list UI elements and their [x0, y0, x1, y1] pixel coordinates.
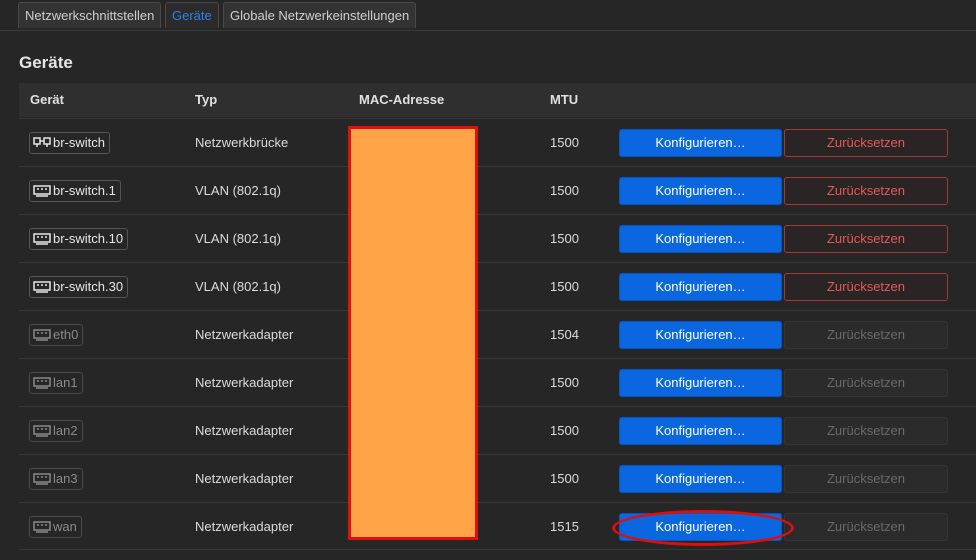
device-badge: lan3 — [29, 468, 83, 490]
table-row: br-switch.30 VLAN (802.1q) 1500 Konfigurier… — [19, 262, 976, 310]
device-badge: lan2 — [29, 420, 83, 442]
ethernet-port-icon — [33, 472, 51, 486]
tab-geraete[interactable]: Geräte — [165, 2, 219, 28]
device-name: br-switch.10 — [53, 231, 124, 246]
device-badge: eth0 — [29, 324, 84, 346]
device-mtu: 1515 — [550, 519, 579, 534]
device-name: br-switch.1 — [53, 183, 116, 198]
configure-button[interactable]: Konfigurieren… — [619, 465, 782, 493]
device-type: Netzwerkadapter — [195, 471, 294, 486]
device-name: lan2 — [53, 423, 78, 438]
ethernet-port-icon — [33, 280, 51, 294]
reset-button[interactable]: Zurücksetzen — [784, 225, 948, 253]
mac-redaction-overlay — [348, 126, 478, 540]
device-type: Netzwerkbrücke — [195, 135, 289, 150]
reset-button[interactable]: Zurücksetzen — [784, 177, 948, 205]
device-name: br-switch — [53, 135, 106, 150]
device-mtu: 1500 — [550, 279, 579, 294]
table-bottom-divider — [19, 549, 976, 550]
reset-button[interactable]: Zurücksetzen — [784, 273, 948, 301]
ethernet-port-icon — [33, 232, 51, 246]
device-mtu: 1500 — [550, 183, 579, 198]
reset-button: Zurücksetzen — [784, 513, 948, 541]
device-mtu: 1500 — [550, 231, 579, 246]
table-header: Gerät Typ MAC-Adresse MTU — [19, 83, 976, 117]
ethernet-port-icon — [33, 520, 51, 534]
device-badge: wan — [29, 516, 82, 538]
device-type: Netzwerkadapter — [195, 423, 294, 438]
device-badge: br-switch.30 — [29, 276, 129, 298]
device-name: lan1 — [53, 375, 78, 390]
configure-button[interactable]: Konfigurieren… — [619, 225, 782, 253]
configure-button[interactable]: Konfigurieren… — [619, 273, 782, 301]
device-mtu: 1500 — [550, 423, 579, 438]
table-row: wan Netzwerkadapter 1515 Konfigurieren… Zurü… — [19, 502, 976, 550]
tab-netzwerkschnittstellen[interactable]: Netzwerkschnittstellen — [18, 2, 162, 28]
device-name: lan3 — [53, 471, 78, 486]
device-type: Netzwerkadapter — [195, 519, 294, 534]
table-row: br-switch.1 VLAN (802.1q) 1500 Konfiguriere… — [19, 166, 976, 214]
device-badge: br-switch.10 — [29, 228, 129, 250]
device-type: Netzwerkadapter — [195, 375, 294, 390]
reset-button: Zurücksetzen — [784, 465, 948, 493]
reset-button[interactable]: Zurücksetzen — [784, 129, 948, 157]
device-badge: br-switch.1 — [29, 180, 121, 202]
device-type: VLAN (802.1q) — [195, 279, 281, 294]
device-name: br-switch.30 — [53, 279, 124, 294]
reset-button: Zurücksetzen — [784, 369, 948, 397]
ethernet-port-icon — [33, 328, 51, 342]
table-row: eth0 Netzwerkadapter 1504 Konfigurieren… Zur… — [19, 310, 976, 358]
ethernet-port-icon — [33, 376, 51, 390]
header-mtu: MTU — [550, 92, 579, 107]
device-badge: br-switch — [29, 132, 111, 154]
section-title: Geräte — [19, 53, 73, 72]
device-name: wan — [53, 519, 77, 534]
reset-button: Zurücksetzen — [784, 417, 948, 445]
configure-button[interactable]: Konfigurieren… — [619, 129, 782, 157]
bridge-icon — [33, 136, 51, 150]
table-row: lan2 Netzwerkadapter 1500 Konfigurieren… Zur… — [19, 406, 976, 454]
tab-bar: Netzwerkschnittstellen Geräte Globale Ne… — [0, 0, 976, 31]
ethernet-port-icon — [33, 424, 51, 438]
tab-globale-netzwerkeinstellungen[interactable]: Globale Netzwerkeinstellungen — [223, 2, 417, 28]
device-type: Netzwerkadapter — [195, 327, 294, 342]
configure-button[interactable]: Konfigurieren… — [619, 417, 782, 445]
reset-button: Zurücksetzen — [784, 321, 948, 349]
device-type: VLAN (802.1q) — [195, 183, 281, 198]
header-mac: MAC-Adresse — [359, 92, 445, 107]
header-device: Gerät — [30, 92, 64, 107]
device-mtu: 1500 — [550, 135, 579, 150]
configure-button[interactable]: Konfigurieren… — [619, 369, 782, 397]
device-badge: lan1 — [29, 372, 83, 394]
configure-button[interactable]: Konfigurieren… — [619, 321, 782, 349]
device-name: eth0 — [53, 327, 79, 342]
device-mtu: 1504 — [550, 327, 579, 342]
device-mtu: 1500 — [550, 471, 579, 486]
header-type: Typ — [195, 92, 218, 107]
ethernet-port-icon — [33, 184, 51, 198]
device-mtu: 1500 — [550, 375, 579, 390]
table-row: br-switch Netzwerkbrücke 1500 Konfigurieren… — [19, 118, 976, 166]
table-row: br-switch.10 VLAN (802.1q) 1500 Konfigurier… — [19, 214, 976, 262]
configure-button[interactable]: Konfigurieren… — [619, 513, 782, 541]
device-type: VLAN (802.1q) — [195, 231, 281, 246]
table-row: lan1 Netzwerkadapter 1500 Konfigurieren… Zur… — [19, 358, 976, 406]
configure-button[interactable]: Konfigurieren… — [619, 177, 782, 205]
table-row: lan3 Netzwerkadapter 1500 Konfigurieren… Zur… — [19, 454, 976, 502]
